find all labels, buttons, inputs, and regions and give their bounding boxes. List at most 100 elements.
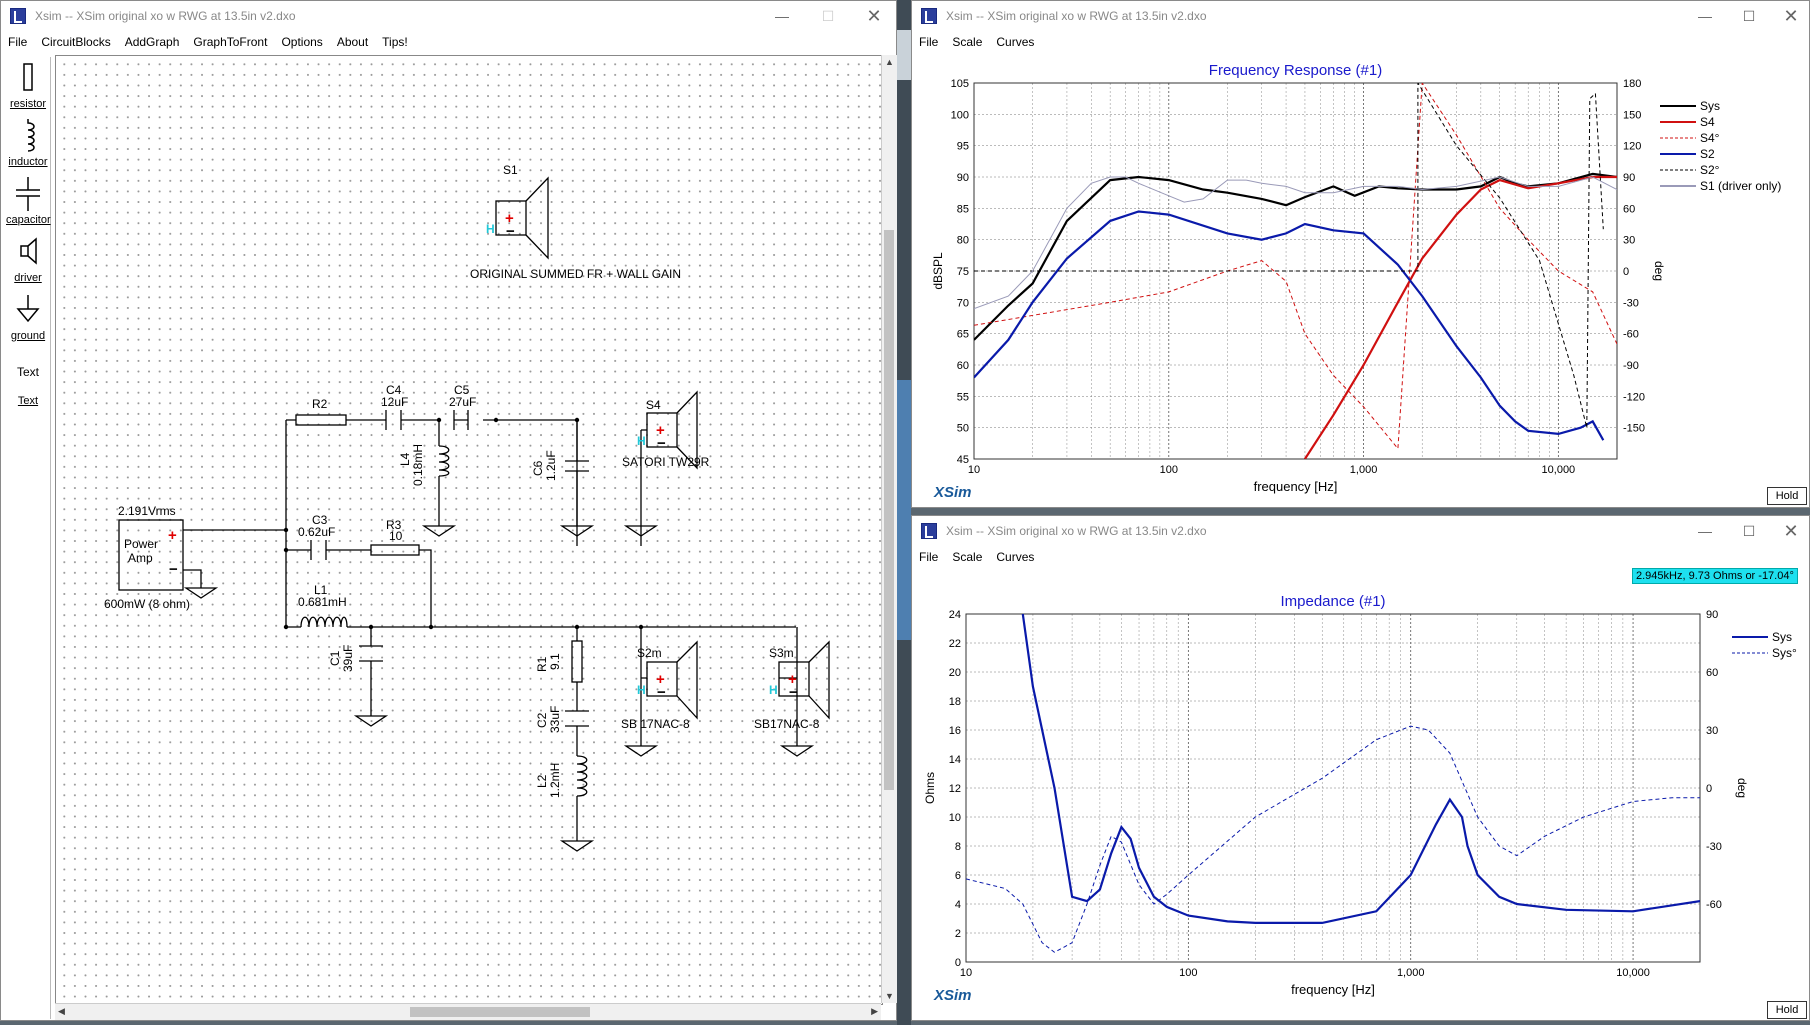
menu-file[interactable]: File — [912, 31, 945, 53]
menu-file[interactable]: File — [912, 546, 945, 568]
menu-tips[interactable]: Tips! — [375, 31, 415, 53]
window-title: Xsim -- XSim original xo w RWG at 13.5in… — [35, 9, 296, 23]
scroll-up-icon[interactable]: ▲ — [885, 57, 894, 67]
impedance-chart[interactable]: Impedance (#1)024681012141618202224-60-3… — [912, 568, 1809, 1020]
label-s4-desc: SATORI TW29R — [622, 455, 710, 469]
menu-circuitblocks[interactable]: CircuitBlocks — [34, 31, 117, 53]
schematic-titlebar[interactable]: Xsim -- XSim original xo w RWG at 13.5in… — [1, 1, 896, 31]
scroll-right-icon[interactable]: ▶ — [871, 1006, 878, 1017]
close-icon[interactable]: ✕ — [1768, 516, 1810, 546]
resistor-r2[interactable] — [295, 414, 347, 426]
label-r1-val: 9.1 — [548, 653, 562, 670]
svg-text:−: − — [789, 684, 798, 701]
minimize-icon[interactable]: — — [759, 1, 805, 31]
menu-about[interactable]: About — [330, 31, 375, 53]
frequency-response-window: Xsim -- XSim original xo w RWG at 13.5in… — [911, 0, 1810, 508]
label-s3m-desc: SB17NAC-8 — [754, 717, 820, 731]
maximize-icon[interactable]: ☐ — [805, 1, 851, 31]
y-tick-label: 10 — [949, 812, 961, 824]
schematic-canvas[interactable]: + − + − + − + − + − HHHH S1 ORIGINAL SUMMED F… — [55, 55, 883, 1005]
tool-resistor[interactable]: resistor — [6, 61, 50, 110]
label-c1: C1 — [328, 650, 342, 666]
y-tick-label: 20 — [949, 667, 961, 679]
tool-label: ground — [10, 330, 46, 342]
y2-tick-label: -60 — [1623, 329, 1639, 341]
label-l4-val: 0.18mH — [411, 444, 425, 486]
y-tick-label: 75 — [957, 266, 969, 278]
app-icon — [10, 8, 26, 24]
y-tick-label: 12 — [949, 783, 961, 795]
menu-curves[interactable]: Curves — [989, 546, 1041, 568]
capacitor-c4[interactable] — [385, 410, 402, 430]
frequency-response-chart[interactable]: Frequency Response (#1)45505560657075808… — [912, 53, 1809, 507]
tool-inductor[interactable]: inductor — [6, 119, 50, 168]
chart-title: Impedance (#1) — [1280, 593, 1385, 610]
series-line-s4 — [1303, 175, 1617, 459]
menu-scale[interactable]: Scale — [945, 31, 989, 53]
series-line-s2 — [974, 210, 1605, 441]
inductor-l1[interactable] — [300, 616, 348, 628]
scroll-left-icon[interactable]: ◀ — [58, 1006, 65, 1017]
xsim-brand: XSim — [933, 987, 972, 1004]
minimize-icon[interactable]: — — [1682, 1, 1728, 31]
inductor-l2[interactable] — [576, 755, 588, 797]
svg-text:H: H — [637, 434, 646, 448]
y-axis-label: Ohms — [923, 772, 937, 804]
fr-titlebar[interactable]: Xsim -- XSim original xo w RWG at 13.5in… — [912, 1, 1809, 31]
ground-symbol — [623, 745, 659, 757]
imp-titlebar[interactable]: Xsim -- XSim original xo w RWG at 13.5in… — [912, 516, 1809, 546]
menu-file[interactable]: File — [1, 31, 34, 53]
menu-addgraph[interactable]: AddGraph — [118, 31, 187, 53]
vertical-scrollbar[interactable]: ▲ ▼ — [881, 55, 897, 1003]
capacitor-icon — [16, 177, 40, 211]
menu-scale[interactable]: Scale — [945, 546, 989, 568]
horizontal-scroll-thumb[interactable] — [410, 1007, 590, 1017]
fr-menubar: File Scale Curves — [912, 31, 1809, 53]
vertical-scroll-thumb[interactable] — [884, 230, 894, 790]
label-c3-val: 0.62uF — [298, 525, 335, 539]
horizontal-scrollbar[interactable]: ◀ ▶ — [55, 1003, 881, 1020]
hold-button[interactable]: Hold — [1767, 487, 1807, 505]
imp-menubar: File Scale Curves — [912, 546, 1809, 568]
ground-symbol — [559, 840, 595, 852]
speaker-s1[interactable] — [495, 176, 549, 260]
menu-graphtofront[interactable]: GraphToFront — [186, 31, 274, 53]
x-tick-label: 10 — [960, 967, 972, 979]
label-amp-2: Amp — [128, 551, 153, 565]
inductor-l4[interactable] — [438, 445, 450, 477]
capacitor-c6[interactable] — [565, 420, 589, 526]
y2-axis-label: deg — [1652, 261, 1666, 281]
label-amp-power: 600mW (8 ohm) — [104, 597, 190, 611]
minimize-icon[interactable]: — — [1682, 516, 1728, 546]
y-tick-label: 65 — [957, 329, 969, 341]
y-tick-label: 100 — [951, 109, 969, 121]
speaker-icon — [20, 237, 37, 265]
maximize-icon[interactable]: ☐ — [1726, 516, 1772, 546]
tool-driver[interactable]: driver — [6, 235, 50, 284]
close-icon[interactable]: ✕ — [851, 1, 897, 31]
menu-options[interactable]: Options — [274, 31, 329, 53]
resistor-r3[interactable] — [370, 544, 420, 556]
close-icon[interactable]: ✕ — [1768, 1, 1810, 31]
tool-ground[interactable]: ground — [6, 293, 50, 342]
resistor-r1[interactable] — [571, 640, 583, 683]
menu-curves[interactable]: Curves — [989, 31, 1041, 53]
x-axis-label: frequency [Hz] — [1254, 479, 1338, 494]
svg-text:−: − — [506, 223, 515, 240]
legend-label: S2° — [1700, 163, 1720, 177]
capacitor-c3[interactable] — [310, 540, 327, 560]
tool-text[interactable]: Text — [6, 365, 50, 379]
legend-label: S4 — [1700, 115, 1715, 129]
y-tick-label: 70 — [957, 297, 969, 309]
tool-capacitor[interactable]: capacitor — [6, 177, 51, 226]
capacitor-c1[interactable] — [359, 645, 383, 662]
capacitor-c2[interactable] — [565, 710, 589, 727]
scroll-down-icon[interactable]: ▼ — [885, 991, 894, 1001]
tool-text-2[interactable]: Text — [6, 395, 50, 407]
label-c1-val: 39uF — [341, 645, 355, 672]
hold-button[interactable]: Hold — [1767, 1001, 1807, 1019]
maximize-icon[interactable]: ☐ — [1726, 1, 1772, 31]
legend-label: S4° — [1700, 131, 1720, 145]
y2-tick-label: -60 — [1706, 899, 1722, 911]
svg-text:H: H — [486, 222, 495, 236]
